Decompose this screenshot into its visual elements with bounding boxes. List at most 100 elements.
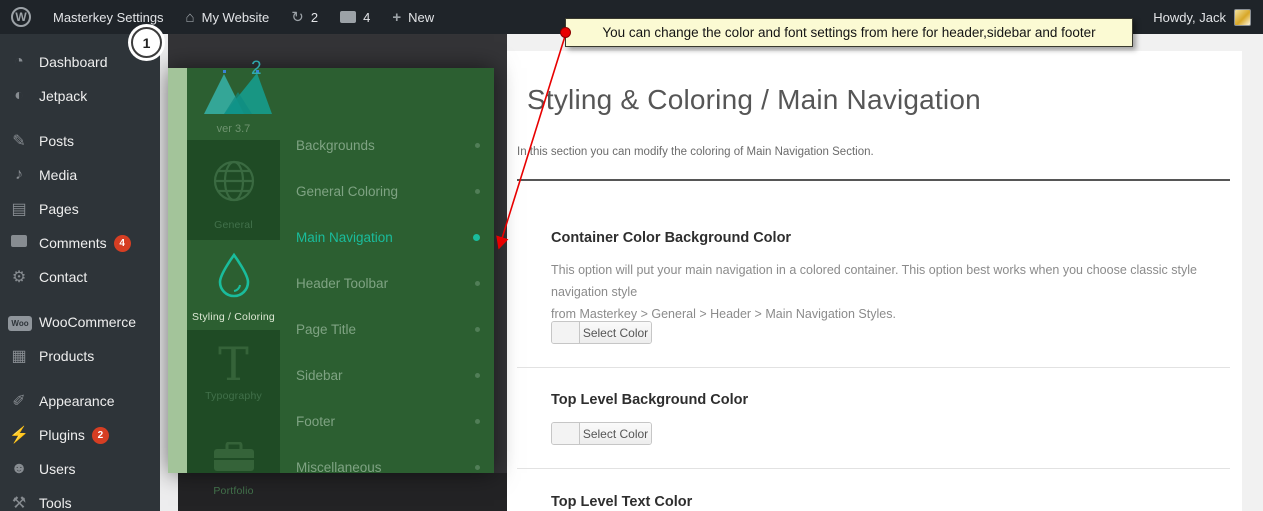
tab-typography[interactable]: T Typography — [187, 330, 280, 420]
sidebar-item-users[interactable]: ☻ Users — [0, 452, 160, 486]
submenu-item-footer[interactable]: Footer — [296, 412, 480, 430]
sidebar-item-plugins[interactable]: ⚡ Plugins 2 — [0, 418, 160, 452]
posts-icon: ✎ — [12, 133, 26, 150]
sidebar-item-label: Pages — [39, 201, 79, 217]
sidebar-item-media[interactable]: ♪ Media — [0, 158, 160, 192]
tab-general-label: General — [214, 219, 253, 231]
section-divider — [517, 367, 1230, 368]
bullet-dot-icon — [473, 233, 480, 241]
media-icon: ♪ — [15, 166, 23, 183]
submenu-label: Page Title — [296, 321, 357, 337]
plus-icon: + — [392, 8, 402, 26]
drop-icon — [218, 252, 249, 298]
color-swatch[interactable] — [552, 423, 580, 444]
plugin-icon: ⚡ — [9, 427, 29, 444]
updates-count: 2 — [310, 9, 319, 25]
masterkey-settings-panel: ver 3.7 General Styling / Coloring T Typ… — [168, 68, 494, 497]
section-description: This option will put your main navigatio… — [551, 259, 1206, 325]
tab-styling-coloring-label: Styling / Coloring — [192, 311, 275, 323]
wp-admin-sidebar: ◔ Dashboard ◐ Jetpack ✎ Posts ♪ Media ▤ … — [0, 34, 160, 511]
sidebar-item-label: Contact — [39, 269, 88, 285]
submenu-item-miscellaneous[interactable]: Miscellaneous — [296, 458, 480, 476]
user-avatar[interactable] — [1234, 8, 1251, 26]
page-subtitle: In this section you can modify the color… — [517, 146, 874, 158]
sidebar-item-pages[interactable]: ▤ Pages — [0, 192, 160, 226]
new-label: New — [408, 9, 435, 25]
annotation-step-1: 1 — [131, 27, 162, 58]
submenu-item-general-coloring[interactable]: General Coloring — [296, 182, 480, 200]
globe-icon — [213, 160, 254, 202]
comments-count-badge: 4 — [113, 234, 131, 252]
sidebar-item-jetpack[interactable]: ◐ Jetpack — [0, 79, 160, 113]
new-menu[interactable]: + New — [381, 0, 445, 34]
tab-styling-coloring[interactable]: Styling / Coloring — [187, 240, 280, 330]
submenu-label: General Coloring — [296, 183, 399, 199]
wordpress-menu[interactable]: W — [0, 0, 42, 34]
site-settings-label: Masterkey Settings — [53, 9, 164, 25]
submenu-item-backgrounds[interactable]: Backgrounds — [296, 136, 480, 154]
submenu-item-page-title[interactable]: Page Title — [296, 320, 480, 338]
typography-icon: T — [218, 337, 249, 391]
bullet-dot-icon — [475, 142, 480, 148]
updates-icon: ↻ — [291, 8, 304, 26]
color-swatch[interactable] — [552, 322, 580, 343]
brush-icon: ✐ — [12, 393, 26, 410]
bullet-dot-icon — [475, 464, 480, 470]
sidebar-item-tools[interactable]: ⚒ Tools — [0, 486, 160, 511]
sidebar-item-woocommerce[interactable]: Woo WooCommerce — [0, 305, 160, 339]
sidebar-item-label: Posts — [39, 133, 75, 149]
submenu-label: Main Navigation — [296, 229, 393, 245]
submenu-label: Sidebar — [296, 367, 343, 383]
sidebar-item-label: Products — [39, 348, 95, 364]
sidebar-item-label: Appearance — [39, 393, 115, 409]
gear-icon: ⚙ — [11, 269, 27, 286]
plugins-count-badge: 2 — [91, 426, 109, 444]
jetpack-icon: ◐ — [14, 87, 24, 104]
updates-menu[interactable]: ↻ 2 — [280, 0, 329, 34]
annotation-step-2: 2 — [251, 58, 262, 79]
description-line: This option will put your main navigatio… — [551, 263, 1197, 299]
bullet-dot-icon — [475, 188, 480, 194]
tab-general[interactable]: General — [187, 140, 280, 240]
my-website-menu[interactable]: ⌂ My Website — [175, 0, 281, 34]
sidebar-item-contact[interactable]: ⚙ Contact — [0, 260, 160, 294]
sidebar-item-posts[interactable]: ✎ Posts — [0, 124, 160, 158]
submenu-label: Footer — [296, 413, 336, 429]
select-color-button[interactable]: Select Color — [580, 322, 651, 343]
howdy-label[interactable]: Howdy, Jack — [1153, 10, 1226, 25]
pages-icon: ▤ — [11, 201, 27, 218]
bullet-dot-icon — [475, 280, 480, 286]
sidebar-item-label: Users — [39, 461, 76, 477]
section-divider — [517, 468, 1230, 469]
page-title: Styling & Coloring / Main Navigation — [527, 84, 981, 115]
section-title-top-level-bg: Top Level Background Color — [551, 392, 749, 408]
top-level-bg-color-picker[interactable]: Select Color — [551, 422, 652, 445]
submenu-item-main-navigation[interactable]: Main Navigation — [296, 228, 480, 246]
sidebar-item-comments[interactable]: Comments 4 — [0, 226, 160, 260]
dashboard-icon: ◔ — [14, 53, 24, 70]
sidebar-item-appearance[interactable]: ✐ Appearance — [0, 384, 160, 418]
bullet-dot-icon — [475, 418, 480, 424]
container-color-picker[interactable]: Select Color — [551, 321, 652, 344]
sidebar-item-products[interactable]: ▦ Products — [0, 339, 160, 373]
submenu-label: Miscellaneous — [296, 459, 382, 475]
admin-bar-left: W Masterkey Settings ⌂ My Website ↻ 2 4 … — [0, 0, 445, 34]
select-color-button[interactable]: Select Color — [580, 423, 651, 444]
comments-bubble-icon — [340, 11, 357, 23]
wordpress-logo-icon: W — [11, 7, 31, 27]
tab-portfolio[interactable]: Portfolio — [187, 420, 280, 497]
panel-submenu: Backgrounds General Coloring Main Naviga… — [280, 68, 494, 476]
submenu-label: Header Toolbar — [296, 275, 389, 291]
comments-menu[interactable]: 4 — [329, 0, 381, 34]
sidebar-item-label: Jetpack — [39, 88, 88, 104]
submenu-item-sidebar[interactable]: Sidebar — [296, 366, 480, 384]
sidebar-item-label: Tools — [39, 495, 72, 511]
panel-accent-strip — [168, 68, 187, 473]
title-divider — [517, 179, 1230, 181]
submenu-label: Backgrounds — [296, 137, 375, 153]
submenu-item-header-toolbar[interactable]: Header Toolbar — [296, 274, 480, 292]
section-title-container-color: Container Color Background Color — [551, 230, 792, 246]
panel-tab-column: ver 3.7 General Styling / Coloring T Typ… — [187, 68, 280, 497]
home-icon: ⌂ — [185, 8, 195, 26]
admin-bar-right: Howdy, Jack — [1153, 8, 1263, 26]
